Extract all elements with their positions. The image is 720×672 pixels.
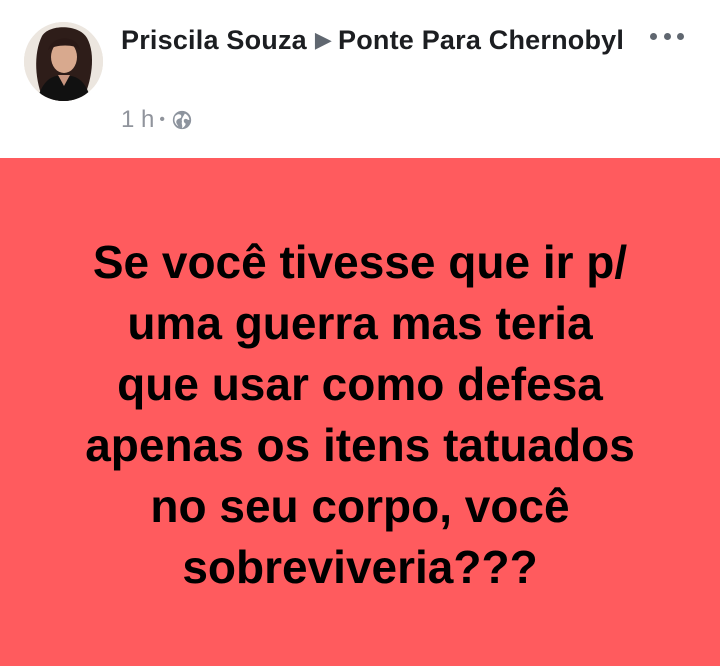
post-time[interactable]: 1 h	[121, 106, 154, 134]
post-body-text: Se você tivesse que ir p/ uma guerra mas…	[85, 236, 635, 593]
more-dot	[663, 32, 671, 40]
meta-separator: •	[159, 111, 165, 128]
globe-icon[interactable]	[171, 109, 193, 131]
more-options-icon[interactable]	[650, 26, 684, 46]
post-header: Priscila Souza ▶ Ponte Para Chernobyl 1 h …	[0, 0, 720, 158]
more-dot	[650, 32, 657, 40]
group-name[interactable]: Ponte Para Chernobyl	[338, 25, 624, 55]
post-title: Priscila Souza ▶ Ponte Para Chernobyl	[121, 22, 641, 58]
more-dot	[677, 32, 684, 40]
avatar-photo	[24, 22, 103, 101]
post-bottom-divider	[0, 666, 720, 672]
post-meta: 1 h •	[121, 104, 193, 136]
shared-to-arrow-icon: ▶	[314, 27, 333, 52]
facebook-post: Priscila Souza ▶ Ponte Para Chernobyl 1 h …	[0, 0, 720, 672]
author-avatar[interactable]	[24, 22, 103, 101]
colored-background-post[interactable]: Se você tivesse que ir p/ uma guerra mas…	[0, 158, 720, 666]
author-name[interactable]: Priscila Souza	[121, 25, 307, 55]
